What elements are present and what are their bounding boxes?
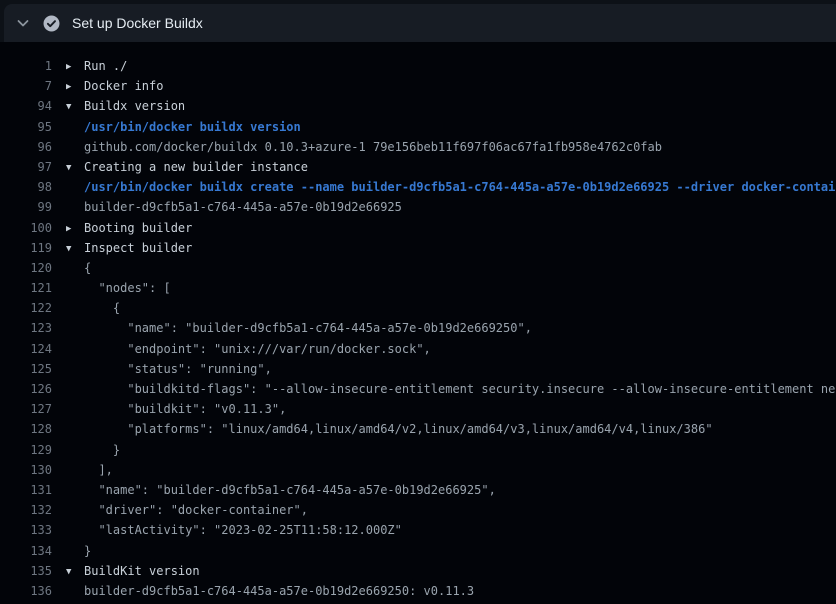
line-number[interactable]: 95 (0, 117, 52, 137)
header-strip: Set up Docker Buildx (0, 0, 836, 42)
workflow-log-viewer: Set up Docker Buildx 1▶Run ./7▶Docker in… (0, 0, 836, 601)
group-collapse-icon[interactable]: ▼ (66, 158, 84, 178)
group-title[interactable]: Inspect builder (84, 241, 192, 255)
log-line: 121 "nodes": [ (0, 278, 836, 298)
line-number[interactable]: 99 (0, 197, 52, 217)
log-line: 127 "buildkit": "v0.11.3", (0, 399, 836, 419)
output-text: "name": "builder-d9cfb5a1-c764-445a-a57e… (84, 483, 496, 497)
group-collapse-icon[interactable]: ▼ (66, 239, 84, 259)
line-number[interactable]: 98 (0, 177, 52, 197)
log-line: 122 { (0, 298, 836, 318)
line-number[interactable]: 120 (0, 258, 52, 278)
output-text: "platforms": "linux/amd64,linux/amd64/v2… (84, 422, 713, 436)
log-line: 132 "driver": "docker-container", (0, 500, 836, 520)
line-number[interactable]: 136 (0, 581, 52, 601)
output-text: "endpoint": "unix:///var/run/docker.sock… (84, 342, 431, 356)
output-text: ], (84, 463, 113, 477)
line-number[interactable]: 97 (0, 157, 52, 177)
group-expand-icon[interactable]: ▶ (66, 57, 84, 77)
line-number[interactable]: 124 (0, 339, 52, 359)
output-text: builder-d9cfb5a1-c764-445a-a57e-0b19d2e6… (84, 200, 402, 214)
group-expand-icon[interactable]: ▶ (66, 77, 84, 97)
log-line: 130 ], (0, 460, 836, 480)
group-title[interactable]: Booting builder (84, 221, 192, 235)
log-line: 95/usr/bin/docker buildx version (0, 117, 836, 137)
line-number[interactable]: 119 (0, 238, 52, 258)
line-number[interactable]: 130 (0, 460, 52, 480)
output-text: } (84, 443, 120, 457)
line-number[interactable]: 7 (0, 76, 52, 96)
log-line: 120 { (0, 258, 836, 278)
line-number[interactable]: 126 (0, 379, 52, 399)
line-number[interactable]: 121 (0, 278, 52, 298)
log-line: 131 "name": "builder-d9cfb5a1-c764-445a-… (0, 480, 836, 500)
log-output: 1▶Run ./7▶Docker info94▼Buildx version95… (0, 42, 836, 601)
line-number[interactable]: 94 (0, 96, 52, 116)
output-text: "lastActivity": "2023-02-25T11:58:12.000… (84, 523, 402, 537)
step-header[interactable]: Set up Docker Buildx (4, 4, 836, 42)
output-text: github.com/docker/buildx 0.10.3+azure-1 … (84, 140, 662, 154)
output-text: "status": "running", (84, 362, 272, 376)
line-number[interactable]: 132 (0, 500, 52, 520)
chevron-down-icon[interactable] (14, 14, 32, 32)
line-number[interactable]: 133 (0, 520, 52, 540)
output-text: { (84, 301, 120, 315)
line-number[interactable]: 100 (0, 218, 52, 238)
line-number[interactable]: 131 (0, 480, 52, 500)
log-line: 7 ▶Docker info (0, 76, 836, 96)
log-line: 97 ▼Creating a new builder instance (0, 157, 836, 177)
line-number[interactable]: 128 (0, 419, 52, 439)
group-title[interactable]: Buildx version (84, 99, 185, 113)
output-text: } (84, 544, 91, 558)
log-line: 96 github.com/docker/buildx 0.10.3+azure-… (0, 137, 836, 157)
log-line: 128 "platforms": "linux/amd64,linux/amd6… (0, 419, 836, 439)
line-number[interactable]: 125 (0, 359, 52, 379)
line-number[interactable]: 1 (0, 56, 52, 76)
output-text: "nodes": [ (84, 281, 171, 295)
line-number[interactable]: 127 (0, 399, 52, 419)
log-line: 124 "endpoint": "unix:///var/run/docker.… (0, 339, 836, 359)
output-text: { (84, 261, 91, 275)
group-title[interactable]: Run ./ (84, 59, 127, 73)
log-line: 99 builder-d9cfb5a1-c764-445a-a57e-0b19d2… (0, 197, 836, 217)
output-text: "name": "builder-d9cfb5a1-c764-445a-a57e… (84, 321, 532, 335)
group-collapse-icon[interactable]: ▼ (66, 562, 84, 582)
output-text: "driver": "docker-container", (84, 503, 308, 517)
log-line: 119 ▼Inspect builder (0, 238, 836, 258)
log-line: 133 "lastActivity": "2023-02-25T11:58:12… (0, 520, 836, 540)
step-title: Set up Docker Buildx (72, 15, 203, 31)
line-number[interactable]: 123 (0, 318, 52, 338)
output-text: "buildkitd-flags": "--allow-insecure-ent… (84, 382, 836, 396)
line-number[interactable]: 122 (0, 298, 52, 318)
group-expand-icon[interactable]: ▶ (66, 219, 84, 239)
line-number[interactable]: 129 (0, 440, 52, 460)
log-line: 136 builder-d9cfb5a1-c764-445a-a57e-0b19d… (0, 581, 836, 601)
log-line: 94 ▼Buildx version (0, 96, 836, 116)
output-text: builder-d9cfb5a1-c764-445a-a57e-0b19d2e6… (84, 584, 474, 598)
group-collapse-icon[interactable]: ▼ (66, 97, 84, 117)
log-line: 125 "status": "running", (0, 359, 836, 379)
log-line: 129 } (0, 440, 836, 460)
line-number[interactable]: 96 (0, 137, 52, 157)
command-text: /usr/bin/docker buildx create --name bui… (84, 180, 836, 194)
line-number[interactable]: 134 (0, 541, 52, 561)
log-line: 1 ▶Run ./ (0, 56, 836, 76)
log-line: 126 "buildkitd-flags": "--allow-insecure… (0, 379, 836, 399)
line-number[interactable]: 135 (0, 561, 52, 581)
output-text: "buildkit": "v0.11.3", (84, 402, 286, 416)
check-circle-icon (42, 14, 60, 32)
log-line: 135 ▼BuildKit version (0, 561, 836, 581)
log-line: 134} (0, 541, 836, 561)
command-text: /usr/bin/docker buildx version (84, 120, 301, 134)
log-line: 100 ▶Booting builder (0, 218, 836, 238)
log-line: 123 "name": "builder-d9cfb5a1-c764-445a-… (0, 318, 836, 338)
group-title[interactable]: BuildKit version (84, 564, 200, 578)
group-title[interactable]: Docker info (84, 79, 163, 93)
log-line: 98/usr/bin/docker buildx create --name b… (0, 177, 836, 197)
group-title[interactable]: Creating a new builder instance (84, 160, 308, 174)
